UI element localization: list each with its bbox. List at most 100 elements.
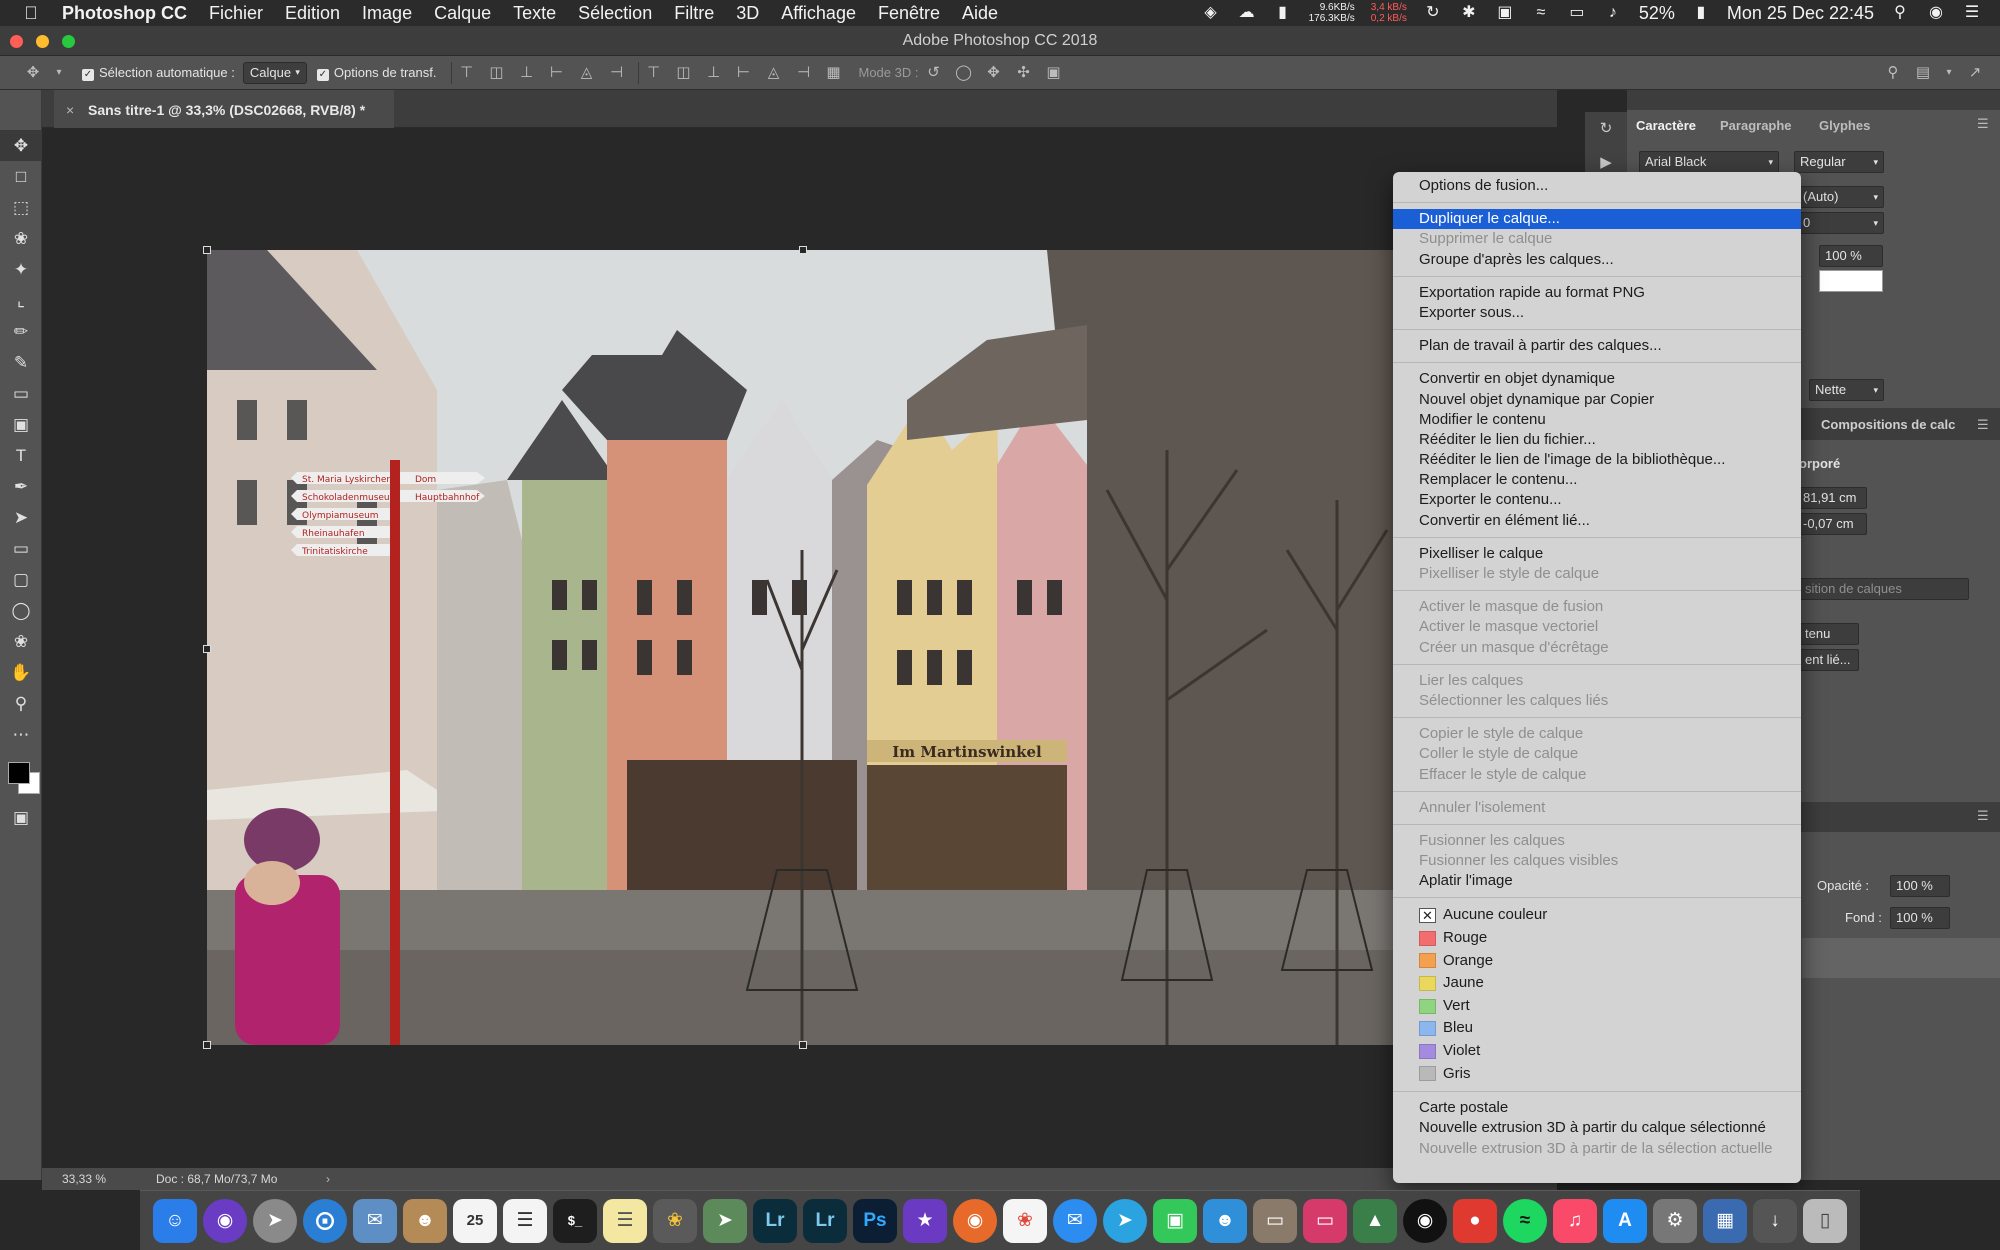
mail-icon[interactable]: ✉ [353,1198,397,1243]
transform-handle-bottom-left[interactable] [203,1041,211,1049]
custom-shape-tool-icon[interactable]: ❀ [0,626,42,657]
align-right-icon[interactable]: ⊣ [608,64,626,82]
reminders-icon[interactable]: ☰ [503,1198,547,1243]
label-color-violet[interactable]: Violet [1393,1040,1801,1063]
facetime-icon[interactable]: ▣ [1153,1198,1197,1243]
leading-select[interactable]: (Auto) ▾ [1797,186,1884,208]
align-vcenter-icon[interactable]: ◫ [488,64,506,82]
maps-icon[interactable]: ➤ [703,1198,747,1243]
label-color-orange[interactable]: Orange [1393,950,1801,973]
edit-content-button[interactable]: tenu [1799,623,1859,645]
brush-tool-icon[interactable]: ✎ [0,347,42,378]
tes-app-icon[interactable]: ❀ [653,1198,697,1243]
bluetooth-icon[interactable]: ✱ [1459,4,1479,22]
more-tools-icon[interactable]: ⋯ [0,719,42,750]
network-stats[interactable]: 9.6KB/s 176.3KB/s [1309,2,1355,24]
battery-icon[interactable]: ▮ [1691,4,1711,22]
transform-handle-top-center[interactable] [799,246,807,254]
menu-item-exporter-le-contenu[interactable]: Exporter le contenu... [1393,490,1801,510]
imovie-icon[interactable]: ★ [903,1198,947,1243]
auto-align-icon[interactable]: ▦ [825,64,843,82]
siri-icon[interactable]: ◉ [1926,4,1946,22]
menu-item-convertir-en-objet-dynamique[interactable]: Convertir en objet dynamique [1393,369,1801,389]
distribute-vcenter-icon[interactable]: ◫ [675,64,693,82]
transform-handle-top-left[interactable] [203,246,211,254]
menu-3d[interactable]: 3D [736,3,759,24]
width-field[interactable]: 81,91 cm [1797,487,1867,509]
roll-3d-icon[interactable]: ◯ [954,64,972,82]
apple-icon[interactable]:  [0,3,62,24]
transform-handle-middle-left[interactable] [203,645,211,653]
pocketcasts-icon[interactable]: ◉ [953,1198,997,1243]
search-icon[interactable]: ⚲ [1884,64,1902,82]
artboard-tool-icon[interactable]: □ [0,161,42,192]
menu-fichier[interactable]: Fichier [209,3,263,24]
display-icon[interactable]: ▭ [1303,1198,1347,1243]
distribute-right-icon[interactable]: ⊣ [795,64,813,82]
chevron-down-icon[interactable]: ▾ [54,64,64,82]
pan-3d-icon[interactable]: ✥ [984,64,1002,82]
shield-icon[interactable]: ▲ [1353,1198,1397,1243]
menu-calque[interactable]: Calque [434,3,491,24]
menu-item-reediter-le-lien-de-l-image-de-la-bibliotheque[interactable]: Rééditer le lien de l'image de la biblio… [1393,450,1801,470]
spotlight-search-icon[interactable]: ⚲ [1890,4,1910,22]
transform-handle-bottom-center[interactable] [799,1041,807,1049]
lightroom-icon[interactable]: Lr [803,1198,847,1243]
wifi-icon[interactable]: ≈ [1531,4,1551,22]
font-style-select[interactable]: Regular ▾ [1794,151,1884,173]
contacts-icon[interactable]: ☻ [403,1198,447,1243]
selected-layer-row[interactable] [1802,938,2000,978]
itunes-icon[interactable]: ♫ [1553,1198,1597,1243]
menu-filtre[interactable]: Filtre [674,3,714,24]
battery-percent[interactable]: 52% [1639,3,1675,24]
chevron-down-icon[interactable]: ▾ [1944,64,1954,82]
menu-item-remplacer-le-contenu[interactable]: Remplacer le contenu... [1393,470,1801,490]
align-top-icon[interactable]: ⊤ [458,64,476,82]
steam-icon[interactable]: ◉ [1403,1198,1447,1243]
menu-item-modifier-le-contenu[interactable]: Modifier le contenu [1393,410,1801,430]
orbit-3d-icon[interactable]: ↺ [924,64,942,82]
lasso-tool-icon[interactable]: ❀ [0,223,42,254]
tab-paragraphe[interactable]: Paragraphe [1711,110,1801,142]
eraser-tool-icon[interactable]: ▭ [0,378,42,409]
font-family-select[interactable]: Arial Black ▾ [1639,151,1779,173]
menu-item-convertir-en-element-lie[interactable]: Convertir en élément lié... [1393,511,1801,531]
finder-icon[interactable]: ☺ [153,1198,197,1243]
tweetbot-icon[interactable]: ☻ [1203,1198,1247,1243]
menu-item-dupliquer-le-calque[interactable]: Dupliquer le calque... [1393,209,1801,230]
gradient-tool-icon[interactable]: ▣ [0,409,42,440]
opacity-input[interactable]: 100 % [1890,875,1950,897]
menu-item-exportation-rapide-au-format-png[interactable]: Exportation rapide au format PNG [1393,283,1801,303]
align-left-icon[interactable]: ⊢ [548,64,566,82]
menu-image[interactable]: Image [362,3,412,24]
close-window-button[interactable] [10,35,23,48]
minimize-window-button[interactable] [36,35,49,48]
quick-mask-icon[interactable]: ▣ [0,802,42,833]
menu-item-groupe-d-apres-les-calques[interactable]: Groupe d'après les calques... [1393,250,1801,270]
label-color-red[interactable]: Rouge [1393,927,1801,950]
label-color-blue[interactable]: Bleu [1393,1017,1801,1040]
photoshop-icon[interactable]: Ps [853,1198,897,1243]
menu-edition[interactable]: Edition [285,3,340,24]
share-icon[interactable]: ↗ [1966,64,1984,82]
notification-center-icon[interactable]: ☰ [1962,4,1982,22]
offset-field[interactable]: -0,07 cm [1797,513,1867,535]
launchpad-icon[interactable]: ➤ [253,1198,297,1243]
zoom-window-button[interactable] [62,35,75,48]
menu-item-carte-postale[interactable]: Carte postale [1393,1098,1801,1118]
safari-icon[interactable]: ⨀ [303,1198,347,1243]
panel-menu-icon[interactable]: ☰ [1977,417,1989,433]
slide-3d-icon[interactable]: ✣ [1014,64,1032,82]
istat-icon[interactable]: ▮ [1273,4,1293,22]
menu-item-exporter-sous[interactable]: Exporter sous... [1393,303,1801,323]
creative-cloud-icon[interactable]: ◈ [1201,4,1221,22]
menu-selection[interactable]: Sélection [578,3,652,24]
move-tool-icon[interactable]: ✥ [0,130,42,161]
pen-tool-icon[interactable]: ✒ [0,471,42,502]
distribute-bottom-icon[interactable]: ⊥ [705,64,723,82]
cloud-icon[interactable]: ☁ [1237,4,1257,22]
move-tool-preset-icon[interactable]: ✥ [24,64,42,82]
menu-item-pixelliser-le-calque[interactable]: Pixelliser le calque [1393,544,1801,564]
screen-recorder-icon[interactable]: ● [1453,1198,1497,1243]
close-tab-icon[interactable]: × [66,90,74,130]
